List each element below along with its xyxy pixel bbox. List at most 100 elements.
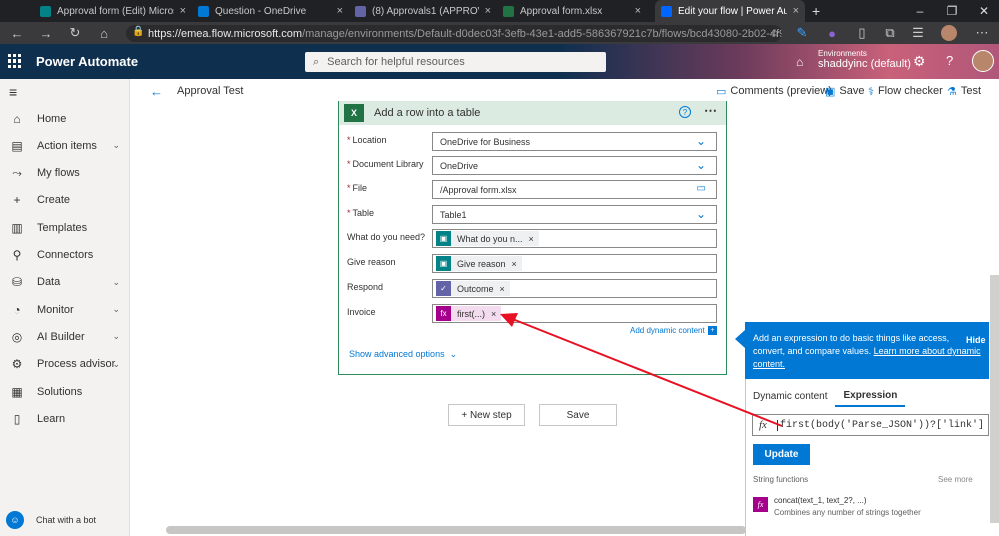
tab-close-icon[interactable]: ×	[337, 5, 343, 17]
field-input-what-do-you-need[interactable]: ▣ What do you n... ×	[432, 229, 717, 248]
new-step-button[interactable]: + New step	[448, 404, 525, 426]
field-input-give-reason[interactable]: ▣ Give reason ×	[432, 254, 717, 273]
chevron-down-icon[interactable]: ⌄	[112, 277, 120, 288]
extension-icon[interactable]: ●	[820, 22, 844, 44]
approvals-icon: ✓	[436, 281, 451, 296]
tab-close-icon[interactable]: ×	[793, 5, 799, 17]
chevron-down-icon[interactable]: ⌄	[696, 207, 706, 221]
refresh-icon[interactable]: ↻	[63, 22, 87, 44]
sidebar-item-action-items[interactable]: ▤ Action items ⌄	[0, 132, 130, 159]
update-button[interactable]: Update	[753, 444, 810, 465]
split-screen-icon[interactable]: ▯	[850, 22, 874, 44]
flow-checker-button[interactable]: ⚕ Flow checker	[868, 79, 943, 103]
extensions-puzzle-icon[interactable]: ⧉	[878, 22, 902, 44]
sidebar-item-home[interactable]: ⌂ Home	[0, 105, 130, 132]
sidebar-item-connectors[interactable]: ⚲ Connectors	[0, 242, 130, 269]
back-to-flow-button[interactable]: ← Approval Test	[150, 79, 243, 103]
forward-icon[interactable]: →	[34, 22, 58, 44]
chatbot-icon[interactable]: ☺	[6, 511, 24, 529]
comments-button[interactable]: ▭ Comments (preview)	[716, 79, 832, 103]
sidebar-item-create[interactable]: + Create	[0, 187, 130, 214]
pen-extension-icon[interactable]: ✎	[790, 22, 814, 44]
save-flow-button[interactable]: Save	[539, 404, 617, 426]
tab-close-icon[interactable]: ×	[485, 5, 491, 17]
new-tab-button[interactable]: +	[812, 0, 828, 22]
chat-with-bot-link[interactable]: Chat with a bot	[36, 515, 96, 525]
environment-picker[interactable]: Environments shaddyinc (default)	[818, 48, 911, 70]
chevron-down-icon[interactable]: ⌄	[112, 304, 120, 315]
field-label-file: * File	[347, 179, 367, 197]
tab-expression[interactable]: Expression	[835, 385, 906, 407]
back-icon[interactable]: ←	[5, 22, 29, 44]
sidebar-item-my-flows[interactable]: ⤳ My flows	[0, 160, 130, 187]
dynamic-token[interactable]: ▣ What do you n... ×	[436, 231, 539, 246]
field-input-file[interactable]: /Approval form.xlsx ▭	[432, 180, 717, 199]
remove-token-icon[interactable]: ×	[512, 259, 517, 269]
field-input-invoice[interactable]: fx first(...) ×	[432, 304, 717, 323]
chevron-down-icon[interactable]: ⌄	[696, 158, 706, 172]
home-browser-icon[interactable]: ⌂	[92, 22, 116, 44]
url-field[interactable]: 🔒 https://emea.flow.microsoft.com/manage…	[126, 25, 782, 42]
settings-gear-icon[interactable]: ⚙	[913, 53, 926, 70]
remove-token-icon[interactable]: ×	[529, 234, 534, 244]
hide-panel-button[interactable]: Hide	[966, 335, 986, 345]
sidebar-item-solutions[interactable]: ▦ Solutions	[0, 378, 130, 405]
minimize-icon[interactable]: –	[905, 0, 935, 22]
browser-tab[interactable]: Edit your flow | Power Automate ×	[655, 0, 805, 22]
required-marker: *	[347, 183, 351, 193]
maximize-icon[interactable]: ❐	[937, 0, 967, 22]
more-browser-icon[interactable]: ⋯	[970, 22, 994, 44]
close-window-icon[interactable]: ✕	[969, 0, 999, 22]
profile-avatar[interactable]	[941, 25, 957, 41]
sidebar-item-process-advisor[interactable]: ⚙ Process advisor ⌄	[0, 351, 130, 378]
sidebar-item-learn[interactable]: ▯ Learn	[0, 405, 130, 432]
sidebar-item-ai-builder[interactable]: ◎ AI Builder ⌄	[0, 323, 130, 350]
dynamic-token[interactable]: ✓ Outcome ×	[436, 281, 510, 296]
folder-icon[interactable]: ▭	[697, 183, 706, 194]
dynamic-token[interactable]: fx first(...) ×	[436, 306, 502, 321]
chevron-down-icon[interactable]: ⌄	[696, 134, 706, 148]
chevron-down-icon[interactable]: ⌄	[112, 359, 120, 370]
info-icon[interactable]: ?	[679, 106, 691, 118]
tab-close-icon[interactable]: ×	[635, 5, 641, 17]
save-command-button[interactable]: ▣ Save	[825, 79, 864, 103]
browser-tab[interactable]: (8) Approvals1 (APPROVAL TEST ×	[349, 0, 497, 22]
show-advanced-options[interactable]: Show advanced options ⌄	[349, 349, 457, 360]
remove-token-icon[interactable]: ×	[500, 284, 505, 294]
app-launcher-icon[interactable]	[8, 54, 22, 68]
sidebar-item-monitor[interactable]: ◔ Monitor ⌄	[0, 296, 130, 323]
user-avatar[interactable]	[972, 50, 994, 72]
tab-close-icon[interactable]: ×	[180, 5, 186, 17]
action-card-header[interactable]: X Add a row into a table	[339, 101, 726, 125]
tab-title: Question - OneDrive	[215, 5, 307, 17]
test-button[interactable]: ⚗ Test	[947, 79, 981, 103]
add-dynamic-content-link[interactable]: Add dynamic content	[630, 326, 705, 335]
tab-dynamic-content[interactable]: Dynamic content	[745, 385, 835, 407]
field-input-respond[interactable]: ✓ Outcome ×	[432, 279, 717, 298]
browser-tab[interactable]: Question - OneDrive ×	[192, 0, 349, 22]
dynamic-token[interactable]: ▣ Give reason ×	[436, 256, 522, 271]
chevron-down-icon[interactable]: ⌄	[112, 140, 120, 151]
chevron-down-icon[interactable]: ⌄	[112, 331, 120, 342]
remove-token-icon[interactable]: ×	[491, 309, 496, 319]
favorite-star-icon[interactable]: ☆	[763, 22, 787, 44]
vertical-scrollbar[interactable]	[990, 275, 999, 523]
favorites-icon[interactable]: ☰	[906, 22, 930, 44]
browser-tab[interactable]: Approval form.xlsx ×	[497, 0, 647, 22]
add-dynamic-plus-icon[interactable]: +	[708, 326, 717, 335]
field-input-table[interactable]: Table1 ⌄	[432, 205, 717, 224]
horizontal-scrollbar[interactable]	[166, 526, 746, 534]
see-more-link[interactable]: See more	[938, 475, 973, 484]
ai-icon: ◎	[11, 329, 23, 344]
function-concat-name[interactable]: concat(text_1, text_2?, ...)	[774, 496, 867, 505]
more-options-icon[interactable]: ⋯	[704, 103, 717, 119]
sidebar-item-templates[interactable]: ▥ Templates	[0, 214, 130, 241]
sidebar-item-data[interactable]: ⛁ Data ⌄	[0, 269, 130, 296]
help-icon[interactable]: ?	[946, 53, 953, 68]
field-input-location[interactable]: OneDrive for Business ⌄	[432, 132, 717, 151]
browser-tab[interactable]: Approval form (Edit) Microsoft F ×	[34, 0, 192, 22]
hamburger-menu-icon[interactable]: ≡	[9, 84, 17, 100]
search-input[interactable]: ⌕ Search for helpful resources	[305, 52, 606, 72]
expression-input[interactable]: fx first(body('Parse_JSON'))?['link']	[752, 414, 989, 436]
field-input-document-library[interactable]: OneDrive ⌄	[432, 156, 717, 175]
